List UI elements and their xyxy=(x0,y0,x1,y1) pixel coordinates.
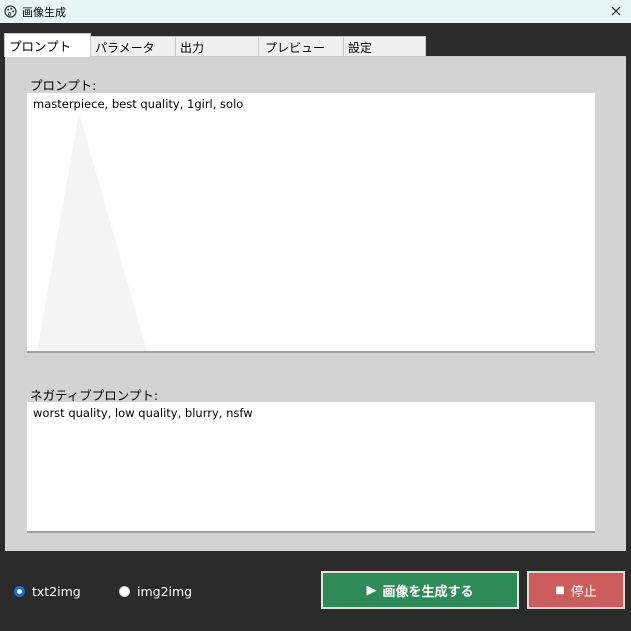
tab-label: プレビュー xyxy=(265,40,326,55)
mode-radio-img2img[interactable]: img2img xyxy=(119,584,192,599)
prompt-input[interactable]: masterpiece, best quality, 1girl, solo xyxy=(27,93,595,353)
play-icon: ▶ xyxy=(366,582,377,598)
prompt-panel: プロンプト: masterpiece, best quality, 1girl,… xyxy=(5,56,626,551)
stop-button[interactable]: ■ 停止 xyxy=(527,571,625,609)
prompt-label: プロンプト: xyxy=(30,78,97,93)
tab-prompt[interactable]: プロンプト xyxy=(4,33,91,57)
tab-output[interactable]: 出力 xyxy=(175,36,259,57)
title-bar: 画像生成 xyxy=(0,0,631,23)
tab-label: プロンプト xyxy=(9,39,72,54)
close-button[interactable] xyxy=(607,2,625,20)
generate-button-label: 画像を生成する xyxy=(382,584,474,600)
palette-icon xyxy=(3,5,17,19)
radio-selected-icon xyxy=(14,586,25,597)
textarea-highlight xyxy=(37,112,147,351)
tab-label: 出力 xyxy=(180,40,205,55)
tab-label: パラメータ xyxy=(95,40,155,55)
radio-label: txt2img xyxy=(32,584,81,599)
negative-prompt-text: worst quality, low quality, blurry, nsfw xyxy=(33,406,253,420)
app-window: 画像生成 プロンプト パラメータ 出力 プレビュー 設定 プロンプト: mast… xyxy=(0,0,631,631)
negative-prompt-input[interactable]: worst quality, low quality, blurry, nsfw xyxy=(27,402,595,533)
window-title: 画像生成 xyxy=(22,5,66,19)
radio-unselected-icon xyxy=(119,586,130,597)
tab-settings[interactable]: 設定 xyxy=(343,36,426,57)
tab-bar: プロンプト パラメータ 出力 プレビュー 設定 xyxy=(4,33,426,57)
generate-button[interactable]: ▶ 画像を生成する xyxy=(321,571,519,609)
radio-label: img2img xyxy=(137,584,193,599)
prompt-text: masterpiece, best quality, 1girl, solo xyxy=(33,97,244,111)
tab-preview[interactable]: プレビュー xyxy=(258,36,344,57)
action-bar: txt2img img2img ▶ 画像を生成する ■ 停止 xyxy=(0,552,631,631)
mode-radio-txt2img[interactable]: txt2img xyxy=(14,584,81,599)
stop-icon: ■ xyxy=(555,584,565,596)
tab-label: 設定 xyxy=(348,40,373,55)
close-icon xyxy=(611,6,621,16)
stop-button-label: 停止 xyxy=(570,584,597,600)
tab-parameters[interactable]: パラメータ xyxy=(90,36,176,57)
